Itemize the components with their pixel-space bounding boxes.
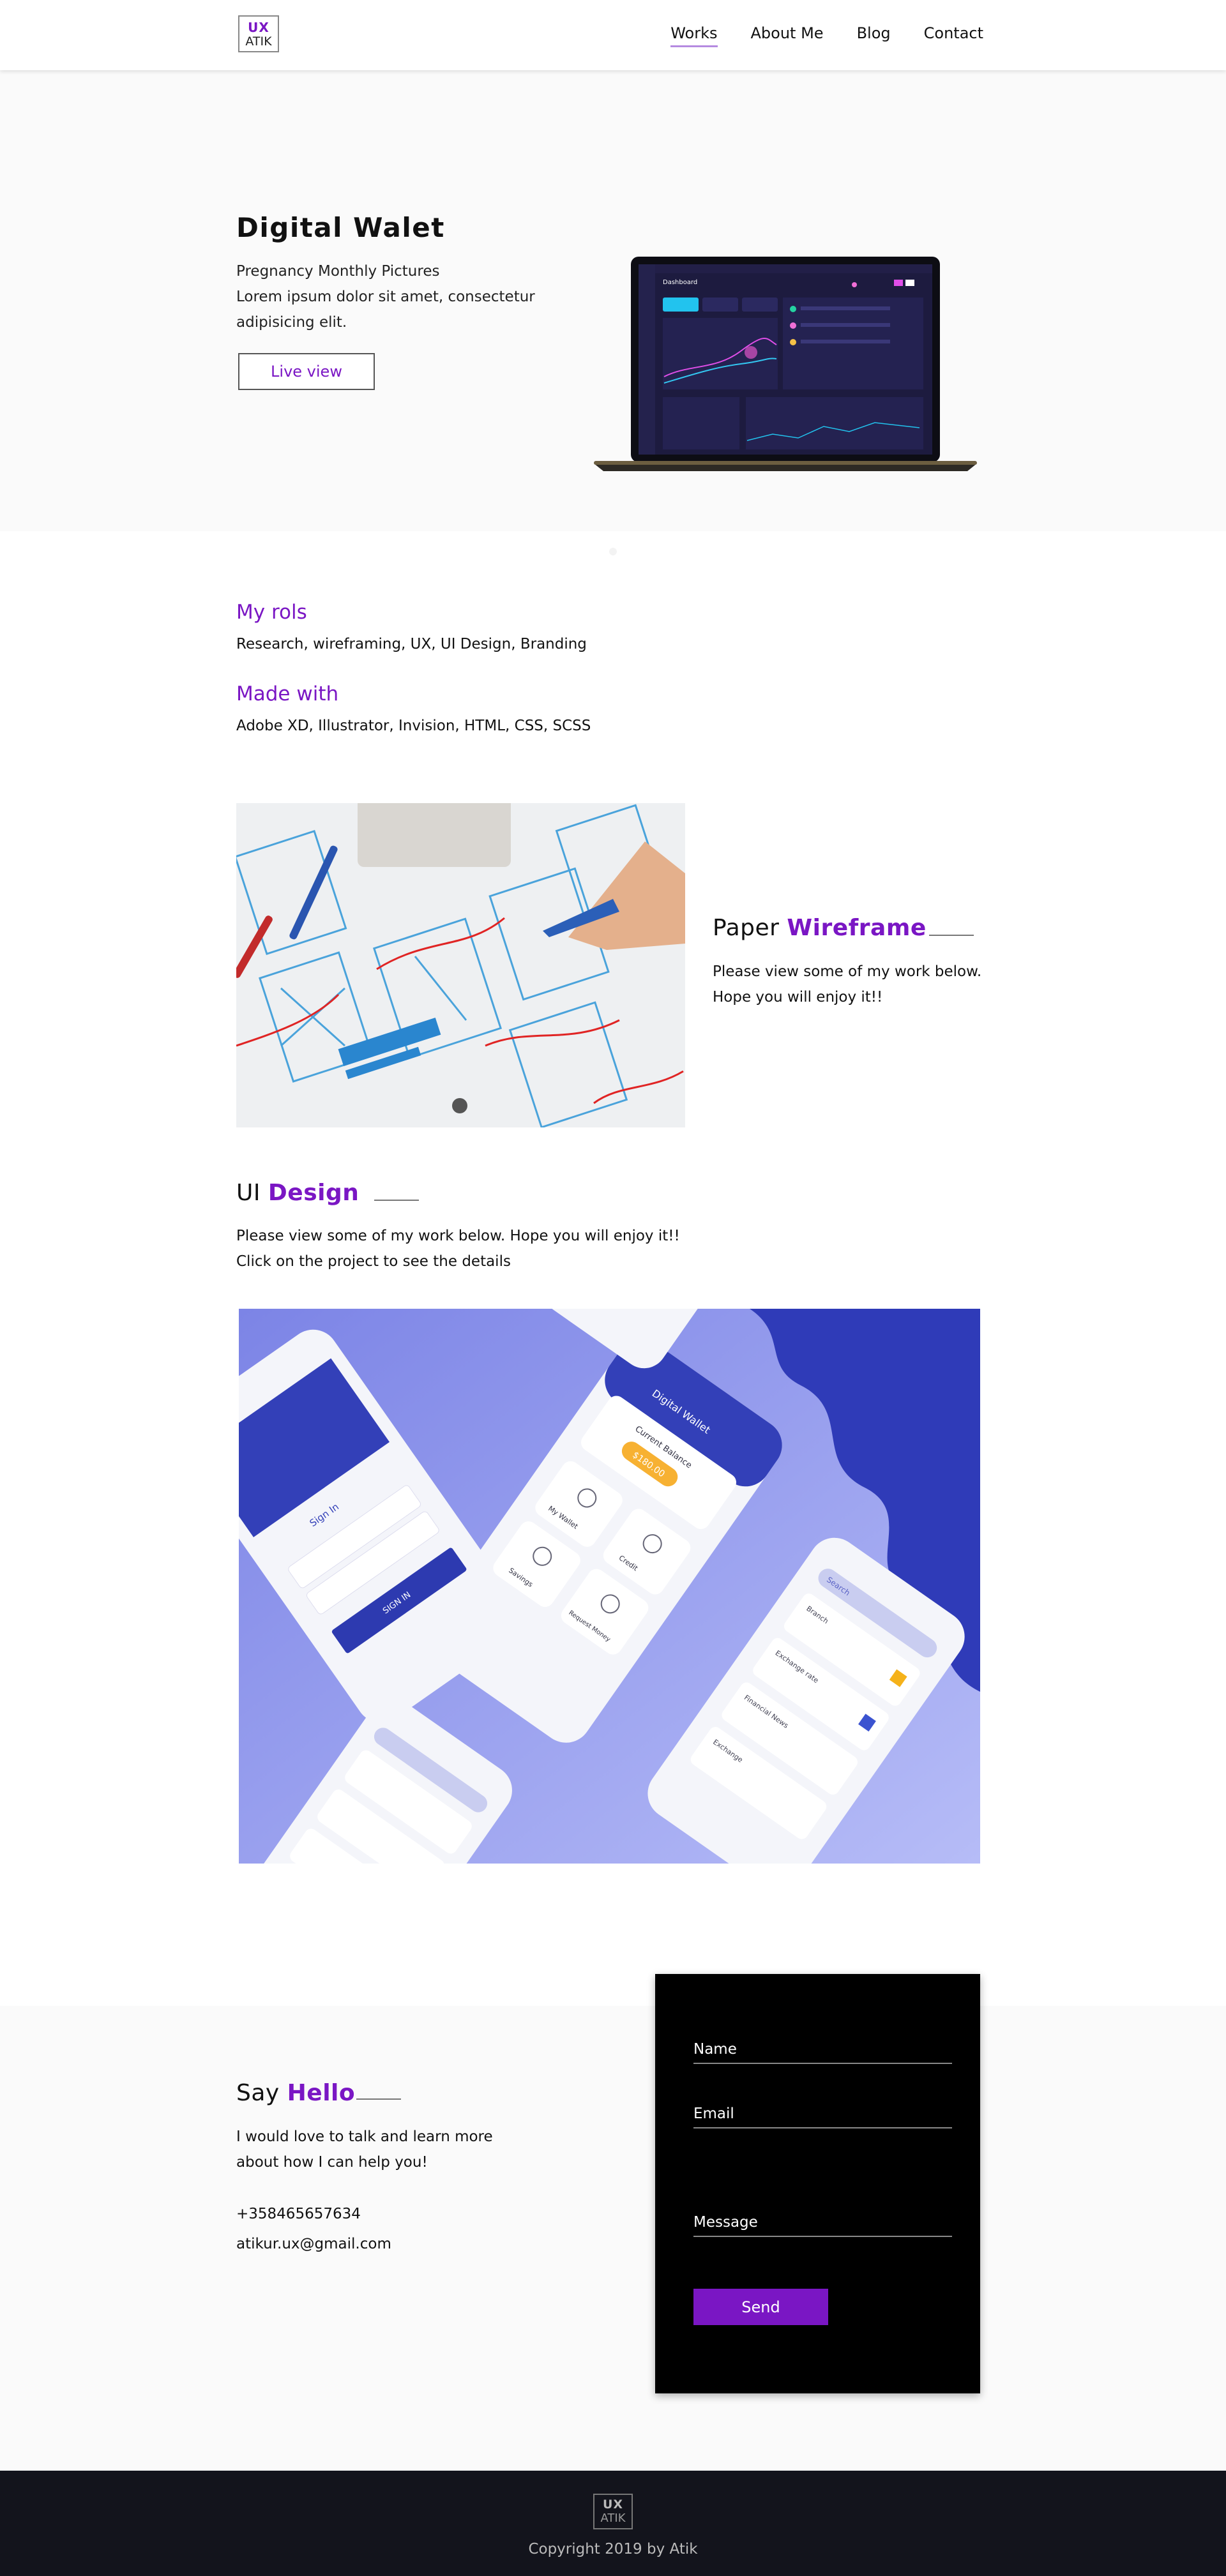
- live-view-button[interactable]: Live view: [238, 353, 375, 390]
- title-underline-divider: [374, 1200, 419, 1201]
- hero-line-2: Lorem ipsum dolor sit amet, consectetur: [236, 289, 535, 305]
- nav-blog[interactable]: Blog: [857, 24, 891, 42]
- ui-design-description: Please view some of my work below. Hope …: [236, 1223, 680, 1274]
- logo-bottom-text: ATIK: [245, 34, 272, 49]
- top-navbar: UX ATIK Works About Me Blog Contact: [0, 0, 1226, 70]
- nav-works[interactable]: Works: [670, 24, 718, 47]
- hero-description: Pregnancy Monthly Pictures Lorem ipsum d…: [236, 259, 568, 335]
- say-hello-title-plain: Say: [236, 2080, 280, 2106]
- ui-design-title-plain: UI: [236, 1180, 261, 1206]
- title-underline-divider: [356, 2098, 401, 2100]
- footer: UX ATIK Copyright 2019 by Atik: [0, 2471, 1226, 2576]
- made-with-heading: Made with: [236, 682, 339, 705]
- scroll-indicator-dot: [609, 548, 617, 555]
- nav-links: Works About Me Blog Contact: [637, 24, 983, 47]
- say-hello-title: Say Hello: [236, 2080, 355, 2106]
- dashboard-label: Dashboard: [663, 279, 697, 286]
- contact-line-2: about how I can help you!: [236, 2154, 428, 2171]
- footer-logo[interactable]: UX ATIK: [593, 2494, 633, 2529]
- ui-design-title: UI Design: [236, 1180, 359, 1206]
- made-with-text: Adobe XD, Illustrator, Invision, HTML, C…: [236, 718, 591, 734]
- wireframe-description: Please view some of my work below. Hope …: [713, 959, 981, 1010]
- contact-form: Name Email Message Send: [655, 1974, 980, 2393]
- footer-logo-top-text: UX: [602, 2497, 624, 2512]
- hero-line-1: Pregnancy Monthly Pictures: [236, 263, 440, 280]
- message-field[interactable]: Message: [693, 2214, 952, 2237]
- logo-top-text: UX: [248, 20, 269, 35]
- nav-about-me[interactable]: About Me: [751, 24, 824, 42]
- email-field[interactable]: Email: [693, 2105, 952, 2128]
- my-roles-heading: My rols: [236, 601, 307, 624]
- name-field[interactable]: Name: [693, 2041, 952, 2064]
- send-button[interactable]: Send: [693, 2289, 828, 2325]
- ui-design-line-1: Please view some of my work below. Hope …: [236, 1228, 680, 1244]
- paper-wireframe-title-plain: Paper: [713, 915, 780, 941]
- digital-wallet-app-image[interactable]: Sign In SIGN IN Digital Wallet Current B…: [239, 1309, 980, 1864]
- paper-wireframe-title: Paper Wireframe: [713, 915, 927, 941]
- logo[interactable]: UX ATIK: [238, 15, 279, 52]
- contact-section: [0, 2006, 1226, 2471]
- paper-wireframe-title-bold: Wireframe: [787, 915, 927, 941]
- contact-line-1: I would love to talk and learn more: [236, 2128, 493, 2145]
- contact-description: I would love to talk and learn more abou…: [236, 2124, 493, 2175]
- wireframe-line-2: Hope you will enjoy it!!: [713, 989, 883, 1006]
- title-underline-divider: [929, 935, 974, 936]
- hero-line-3: adipisicing elit.: [236, 314, 347, 331]
- paper-wireframe-image[interactable]: [236, 803, 685, 1127]
- hero-title: Digital Walet: [236, 212, 445, 243]
- ui-design-line-2: Click on the project to see the details: [236, 1253, 511, 1270]
- contact-phone[interactable]: +358465657634: [236, 2201, 361, 2227]
- hero-section: Digital Walet Pregnancy Monthly Pictures…: [0, 70, 1226, 531]
- say-hello-title-bold: Hello: [287, 2080, 356, 2106]
- footer-logo-bottom-text: ATIK: [600, 2512, 626, 2525]
- wireframe-line-1: Please view some of my work below.: [713, 963, 982, 980]
- ui-design-title-bold: Design: [268, 1180, 359, 1206]
- copyright-text: Copyright 2019 by Atik: [528, 2541, 698, 2557]
- contact-email[interactable]: atikur.ux@gmail.com: [236, 2231, 391, 2257]
- nav-contact[interactable]: Contact: [924, 24, 983, 42]
- my-roles-text: Research, wireframing, UX, UI Design, Br…: [236, 636, 587, 652]
- laptop-dashboard-image: Dashboard: [594, 257, 977, 471]
